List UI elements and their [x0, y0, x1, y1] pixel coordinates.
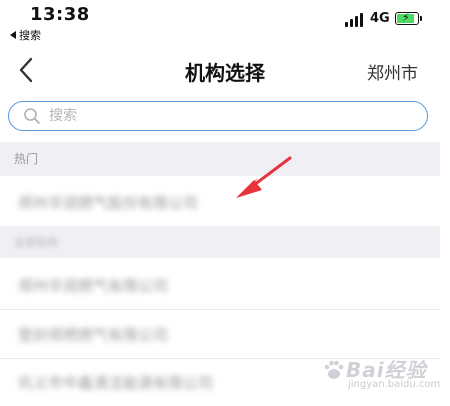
back-triangle-icon [10, 31, 16, 39]
list-item-label: 郑州华润燃气股份有限公司 [18, 193, 199, 212]
cellular-signal-icon [345, 13, 365, 27]
city-selector-button[interactable]: 郑州市 [367, 59, 418, 84]
annotation-arrow-icon [236, 156, 292, 198]
list-item[interactable]: 郑州华润燃气股份有限公司 [0, 178, 440, 226]
search-bar[interactable] [8, 101, 428, 131]
watermark: Bai经验 jingyan.baidu.com [318, 352, 448, 396]
section-header-hot: 热门 [0, 142, 440, 176]
battery-icon: ⚡ [395, 11, 422, 25]
paw-logo-icon [324, 360, 344, 379]
section-header-hot-label: 热门 [14, 152, 39, 166]
list-item-label: 巩义市中鑫清洁能源有限公司 [18, 373, 214, 392]
list-item[interactable]: 郑州华润燃气有限公司 [0, 262, 440, 310]
network-type: 4G [370, 11, 390, 26]
status-bar: 13:38 搜索 4G ⚡ [0, 0, 450, 42]
status-time: 13:38 [30, 4, 90, 25]
section-header-all-label: 全部机构 [14, 236, 58, 249]
search-input[interactable] [49, 105, 409, 127]
back-to-app-link[interactable]: 搜索 [10, 27, 41, 43]
back-to-app-label: 搜索 [19, 29, 41, 42]
list-item-label: 登封郑燃燃气有限公司 [18, 326, 169, 344]
charging-bolt-icon: ⚡ [402, 11, 410, 24]
list-item-label: 郑州华润燃气有限公司 [18, 277, 169, 295]
search-icon [24, 108, 40, 124]
navigation-bar: 机构选择 郑州市 [0, 42, 450, 98]
watermark-url: jingyan.baidu.com [348, 379, 441, 390]
section-header-all: 全部机构 [0, 226, 440, 258]
